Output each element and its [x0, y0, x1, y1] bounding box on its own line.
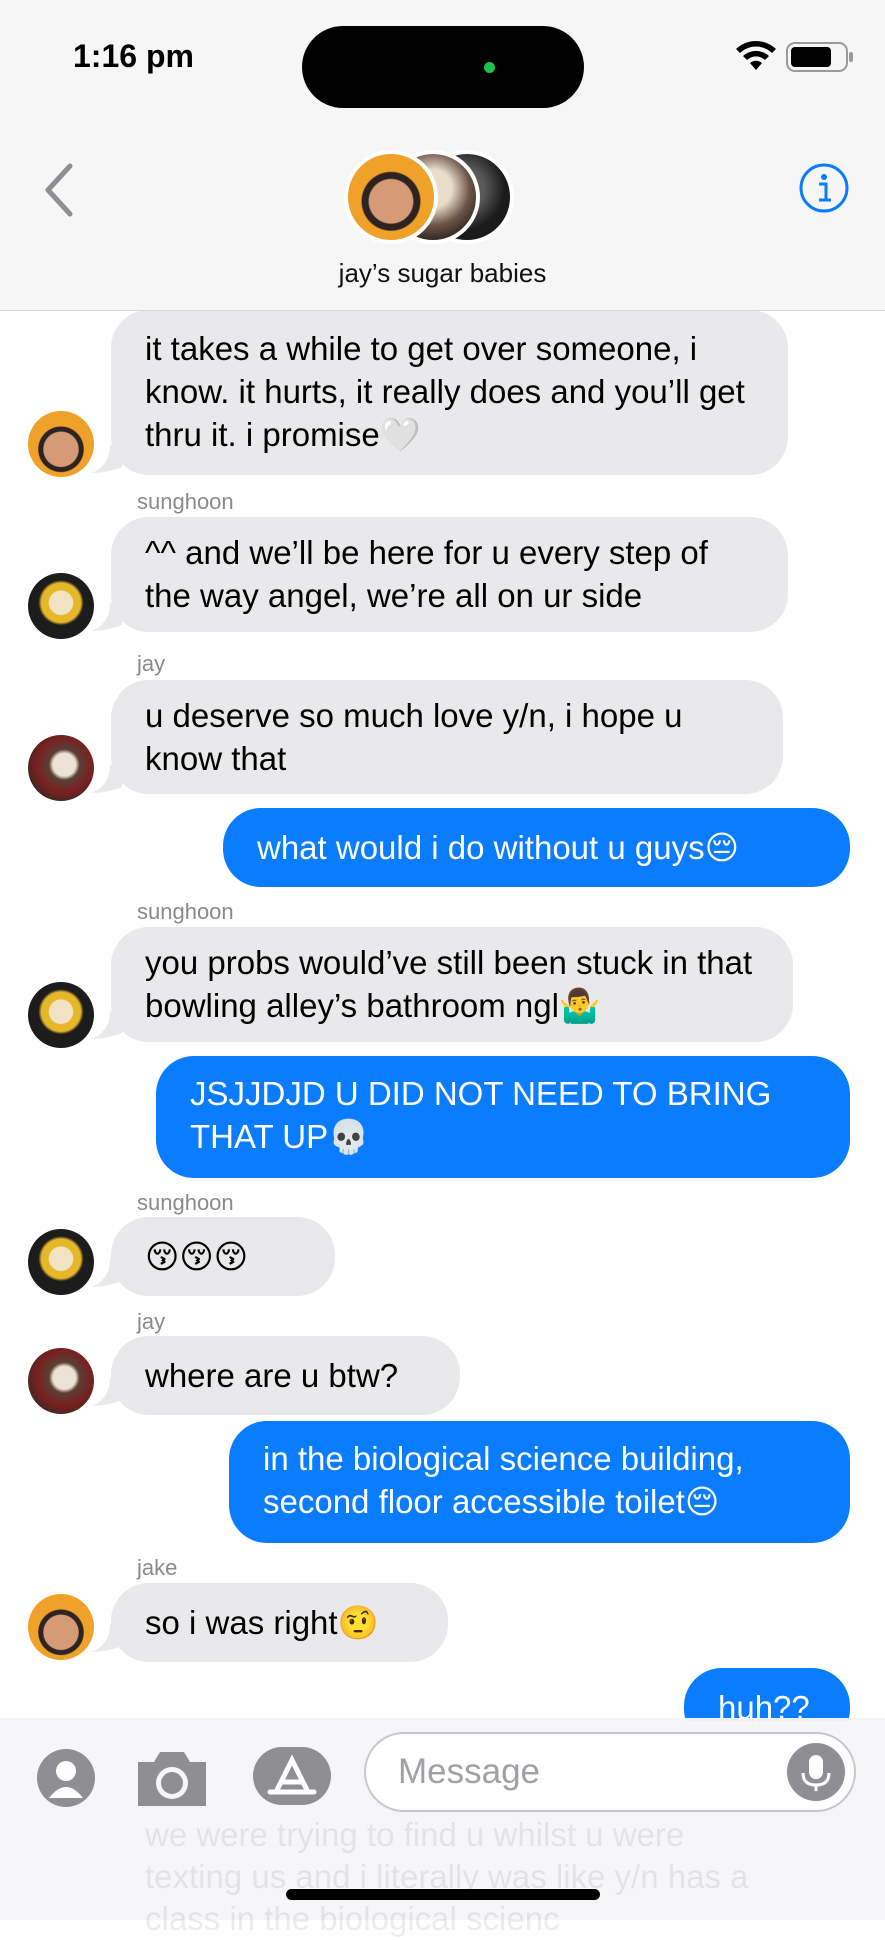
message-bubble-outgoing[interactable]: huh?? — [684, 1668, 850, 1721]
dynamic-island — [302, 26, 584, 108]
message-text: huh?? — [718, 1689, 810, 1721]
message-text: what would i do without u guys😔 — [257, 829, 739, 866]
scrolled-message-ghost: we were trying to find u whilst u were t… — [145, 1816, 749, 1937]
message-bubble-incoming[interactable]: so i was right🤨 — [111, 1583, 448, 1662]
status-time: 1:16 pm — [73, 38, 194, 74]
sender-name: jay — [137, 651, 166, 676]
avatar — [28, 735, 94, 801]
message-text: it takes a while to get over someone, i … — [145, 330, 745, 453]
message-bubble-outgoing[interactable]: in the biological science building, seco… — [229, 1421, 850, 1543]
message-list[interactable]: it takes a while to get over someone, i … — [0, 311, 885, 1721]
avatar — [28, 1348, 94, 1414]
sender-name: sunghoon — [137, 489, 234, 514]
message-bubble-incoming[interactable]: you probs would’ve still been stuck in t… — [111, 927, 793, 1042]
message-text: u deserve so much love y/n, i hope u kno… — [145, 697, 683, 777]
message-bubble-incoming[interactable]: it takes a while to get over someone, i … — [111, 311, 788, 475]
avatar — [344, 150, 438, 244]
message-placeholder: Message — [398, 1752, 541, 1791]
message-input[interactable]: Message — [364, 1732, 856, 1812]
camera-indicator-dot — [484, 62, 495, 73]
app-store-icon[interactable] — [252, 1746, 332, 1806]
group-name[interactable]: jay’s sugar babies — [0, 258, 885, 289]
message-bubble-outgoing[interactable]: what would i do without u guys😔 — [223, 808, 850, 887]
avatar — [28, 411, 94, 477]
back-chevron-icon[interactable] — [40, 160, 80, 220]
sender-name: jay — [137, 1309, 166, 1334]
message-text: in the biological science building, seco… — [263, 1440, 744, 1520]
info-icon[interactable] — [798, 162, 850, 214]
contact-icon[interactable] — [36, 1748, 96, 1808]
message-bubble-incoming[interactable]: ^^ and we’ll be here for u every step of… — [111, 517, 788, 632]
message-text: ^^ and we’ll be here for u every step of… — [145, 534, 708, 614]
message-bubble-incoming[interactable]: u deserve so much love y/n, i hope u kno… — [111, 680, 783, 794]
avatar — [28, 1594, 94, 1660]
message-text: 😚😚😚 — [145, 1238, 249, 1275]
message-text: so i was right🤨 — [145, 1604, 379, 1641]
avatar — [28, 573, 94, 639]
conversation-header: jay’s sugar babies — [0, 110, 885, 311]
mic-icon — [801, 1755, 831, 1791]
home-indicator[interactable] — [286, 1889, 600, 1900]
message-bubble-incoming[interactable]: 😚😚😚 — [111, 1217, 335, 1296]
avatar — [28, 1229, 94, 1295]
message-text: JSJJDJD U DID NOT NEED TO BRING THAT UP💀 — [190, 1075, 772, 1155]
camera-icon[interactable] — [134, 1748, 210, 1808]
message-text: where are u btw? — [145, 1357, 399, 1394]
sender-name: sunghoon — [137, 1190, 234, 1215]
wifi-icon — [736, 41, 776, 70]
group-avatar-stack[interactable] — [344, 150, 524, 250]
message-bubble-incoming[interactable]: where are u btw? — [111, 1336, 460, 1415]
sender-name: sunghoon — [137, 899, 234, 924]
message-bubble-outgoing[interactable]: JSJJDJD U DID NOT NEED TO BRING THAT UP💀 — [156, 1056, 850, 1178]
status-bar: 1:16 pm — [0, 0, 885, 110]
mic-button[interactable] — [787, 1743, 845, 1801]
avatar — [28, 982, 94, 1048]
message-text: you probs would’ve still been stuck in t… — [145, 944, 753, 1024]
sender-name: jake — [137, 1555, 178, 1580]
battery-icon — [786, 42, 853, 72]
